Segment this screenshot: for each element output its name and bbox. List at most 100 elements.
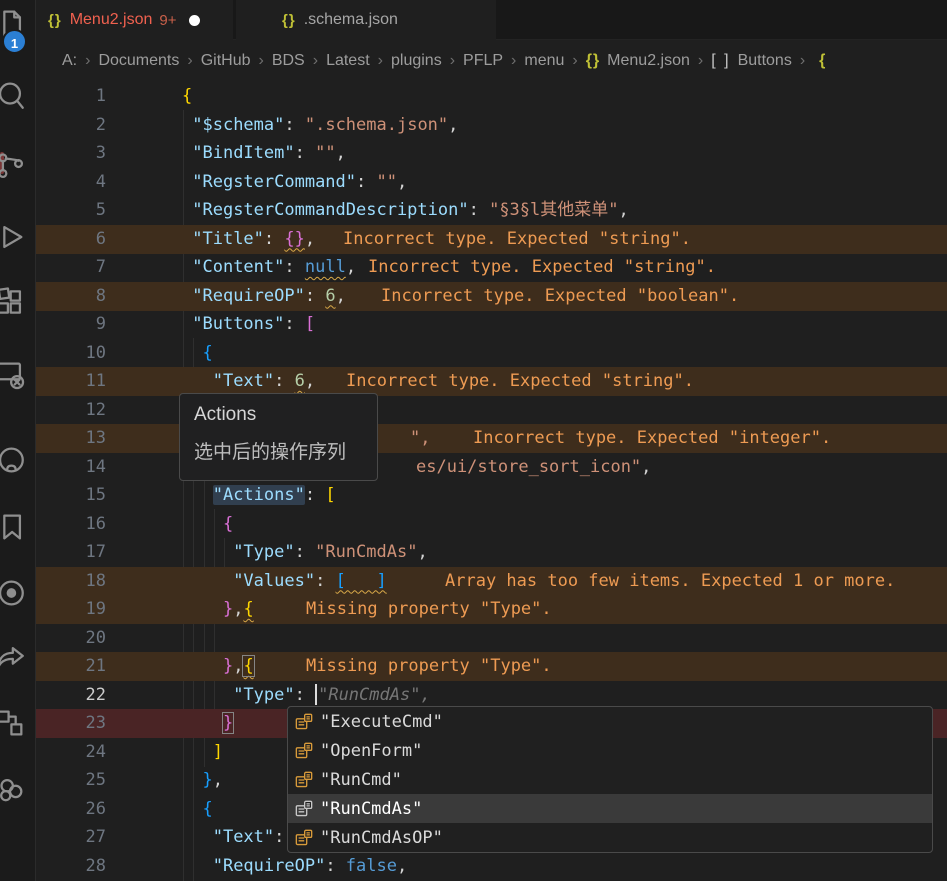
code-line-16[interactable]: 16 {: [36, 510, 947, 539]
code-token: "Text": [213, 371, 274, 391]
tab-title: Menu2.json: [70, 11, 153, 29]
breadcrumb-separator-icon: ›: [259, 52, 264, 70]
code-text: "Values": [ ]: [182, 567, 387, 596]
tab-schema-json[interactable]: {} .schema.json: [236, 0, 496, 40]
breadcrumb-label: PFLP: [463, 52, 503, 69]
code-token: :: [325, 856, 345, 876]
code-token: false: [346, 856, 397, 876]
line-number: 7: [36, 253, 106, 282]
code-line-11[interactable]: 11 "Text": 6,Incorrect type. Expected "s…: [36, 367, 947, 396]
json-file-icon: {}: [48, 12, 62, 29]
breadcrumb-item-plugins[interactable]: plugins: [391, 52, 442, 70]
code-line-10[interactable]: 10 {: [36, 339, 947, 368]
code-token: ,: [448, 115, 458, 135]
suggest-item-openform[interactable]: "OpenForm": [288, 736, 932, 765]
code-text: {: [182, 510, 233, 539]
line-number: 22: [36, 681, 106, 710]
vscode-window: 1{2 "$schema": ".schema.json",3 "BindIte…: [0, 0, 947, 881]
bookmarks-icon[interactable]: [0, 510, 27, 544]
code-token: "Type": [233, 542, 294, 562]
code-token: "Buttons": [192, 314, 284, 334]
line-number: 13: [36, 424, 106, 453]
inline-diagnostic: Array has too few items. Expected 1 or m…: [445, 567, 895, 596]
share-export-icon[interactable]: [0, 641, 27, 675]
suggest-item-runcmdas[interactable]: "RunCmdAs": [288, 794, 932, 823]
code-line-20[interactable]: 20: [36, 624, 947, 653]
code-token: "§3§l其他菜单": [489, 200, 618, 220]
code-line-6[interactable]: 6 "Title": {},Incorrect type. Expected "…: [36, 225, 947, 254]
code-line-19[interactable]: 19 },{Missing property "Type".: [36, 595, 947, 624]
tab-title: .schema.json: [304, 11, 398, 29]
breadcrumb-item-menu[interactable]: menu: [524, 52, 564, 70]
code-line-14[interactable]: 14es/ui/store_sort_icon",: [36, 453, 947, 482]
code-line-17[interactable]: 17 "Type": "RunCmdAs",: [36, 538, 947, 567]
code-line-2[interactable]: 2 "$schema": ".schema.json",: [36, 111, 947, 140]
line-number: 3: [36, 139, 106, 168]
code-line-8[interactable]: 8 "RequireOP": 6,Incorrect type. Expecte…: [36, 282, 947, 311]
code-line-1[interactable]: 1{: [36, 82, 947, 111]
code-line-28[interactable]: 28 "RequireOP": false,: [36, 852, 947, 881]
inline-diagnostic: Missing property "Type".: [306, 595, 552, 624]
extensions-icon[interactable]: [0, 285, 27, 319]
todo-tree-icon[interactable]: [0, 773, 27, 807]
github-icon[interactable]: [0, 443, 27, 477]
line-number: 6: [36, 225, 106, 254]
inline-diagnostic: Incorrect type. Expected "integer".: [473, 424, 831, 453]
code-token: "Values": [233, 571, 315, 591]
line-number: 8: [36, 282, 106, 311]
code-token: :: [284, 314, 304, 334]
remote-explorer-icon[interactable]: [0, 358, 27, 392]
breadcrumb-item-buttons[interactable]: [ ]Buttons: [711, 52, 792, 70]
components-icon[interactable]: [0, 706, 27, 740]
line-number: 12: [36, 396, 106, 425]
code-line-5[interactable]: 5 "RegsterCommandDescription": "§3§l其他菜单…: [36, 196, 947, 225]
breadcrumb-item-a[interactable]: A:: [62, 52, 77, 70]
code-text: {: [182, 82, 192, 111]
code-line-9[interactable]: 9 "Buttons": [: [36, 310, 947, 339]
breadcrumb-item-bds[interactable]: BDS: [272, 52, 305, 70]
text-cursor: [315, 684, 317, 705]
code-line-3[interactable]: 3 "BindItem": "",: [36, 139, 947, 168]
search-icon[interactable]: [0, 78, 27, 112]
code-token: "RegsterCommandDescription": [192, 200, 468, 220]
code-token: ]: [213, 742, 223, 762]
suggest-item-executecmd[interactable]: "ExecuteCmd": [288, 707, 932, 736]
json-object-icon: {}: [586, 52, 600, 69]
breadcrumb-item-documents[interactable]: Documents: [98, 52, 179, 70]
run-debug-icon[interactable]: [0, 220, 27, 254]
code-line-13[interactable]: 13 ", Incorrect type. Expected "integer".: [36, 424, 947, 453]
inline-diagnostic: Missing property "Type".: [306, 652, 552, 681]
hover-title: Actions: [194, 404, 363, 426]
breadcrumb-next-icon-cut: {: [819, 52, 825, 70]
live-share-icon[interactable]: [0, 576, 27, 610]
breadcrumb-item-pflp[interactable]: PFLP: [463, 52, 503, 70]
code-token: ,: [619, 200, 629, 220]
explorer-badge: 1: [2, 29, 27, 54]
breadcrumb-item-github[interactable]: GitHub: [201, 52, 251, 70]
line-number: 24: [36, 738, 106, 767]
suggest-item-runcmdasop[interactable]: "RunCmdAsOP": [288, 823, 932, 852]
code-fragment: ",: [410, 424, 430, 453]
suggest-item-runcmd[interactable]: "RunCmd": [288, 765, 932, 794]
tab-menu2-json[interactable]: {} Menu2.json 9+: [36, 0, 233, 40]
breadcrumb-item-latest[interactable]: Latest: [326, 52, 370, 70]
breadcrumb-separator-icon: ›: [450, 52, 455, 70]
code-line-18[interactable]: 18 "Values": [ ]Array has too few items.…: [36, 567, 947, 596]
code-text: "BindItem": "",: [182, 139, 346, 168]
code-line-12[interactable]: 12: [36, 396, 947, 425]
code-line-4[interactable]: 4 "RegsterCommand": "",: [36, 168, 947, 197]
code-line-7[interactable]: 7 "Content": null,Incorrect type. Expect…: [36, 253, 947, 282]
code-line-21[interactable]: 21 },{Missing property "Type".: [36, 652, 947, 681]
breadcrumb-separator-icon: ›: [511, 52, 516, 70]
breadcrumb-item-menu2json[interactable]: {}Menu2.json: [586, 52, 690, 70]
unsaved-dot-icon[interactable]: [189, 15, 200, 26]
code-token: "RunCmdAs",: [318, 685, 431, 705]
line-number: 15: [36, 481, 106, 510]
source-control-icon[interactable]: [0, 148, 27, 182]
code-line-15[interactable]: 15 "Actions": [: [36, 481, 947, 510]
breadcrumb-separator-icon: ›: [698, 52, 703, 70]
array-icon: [ ]: [711, 52, 730, 69]
code-token: ,: [213, 770, 223, 790]
line-number: 25: [36, 766, 106, 795]
code-token: }: [202, 770, 212, 790]
